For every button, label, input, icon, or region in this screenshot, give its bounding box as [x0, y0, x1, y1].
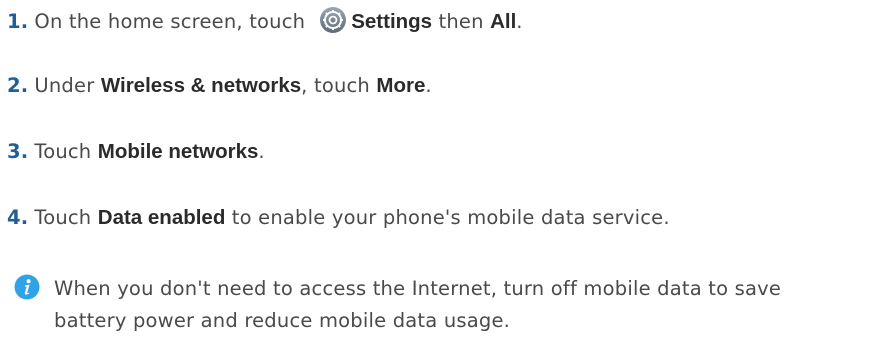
step-4: 4. Touch Data enabled to enable your phon…: [7, 204, 670, 232]
step-text: to enable your phone's mobile data servi…: [225, 206, 670, 229]
info-icon: [14, 274, 40, 300]
step-text: .: [516, 10, 523, 33]
step-3: 3. Touch Mobile networks.: [7, 138, 265, 166]
data-enabled-label: Data enabled: [97, 206, 226, 229]
note-line-1: When you don't need to access the Intern…: [54, 277, 782, 300]
note-line-2: battery power and reduce mobile data usa…: [54, 309, 511, 332]
settings-gear-icon: [319, 6, 347, 34]
step-text: .: [258, 140, 265, 163]
all-label: All: [490, 10, 517, 33]
step-2: 2. Under Wireless & networks, touch More.: [7, 72, 432, 100]
mobile-networks-label: Mobile networks: [97, 140, 259, 163]
wireless-networks-label: Wireless & networks: [100, 74, 302, 97]
step-text: then: [432, 10, 491, 33]
info-note: When you don't need to access the Intern…: [14, 273, 894, 343]
step-number: 1.: [7, 10, 29, 33]
step-number: 4.: [7, 206, 29, 229]
step-1: 1. On the home screen, touch Settings then…: [7, 6, 523, 36]
step-number: 2.: [7, 74, 29, 97]
settings-label: Settings: [351, 10, 433, 33]
step-text: Under: [34, 74, 101, 97]
step-text: Touch: [34, 140, 98, 163]
step-text: .: [425, 74, 432, 97]
step-text: Touch: [34, 206, 98, 229]
step-text: On the home screen, touch: [34, 10, 306, 33]
step-text: , touch: [301, 74, 377, 97]
more-label: More: [376, 74, 426, 97]
note-text: When you don't need to access the Intern…: [54, 273, 894, 337]
step-number: 3.: [7, 140, 29, 163]
